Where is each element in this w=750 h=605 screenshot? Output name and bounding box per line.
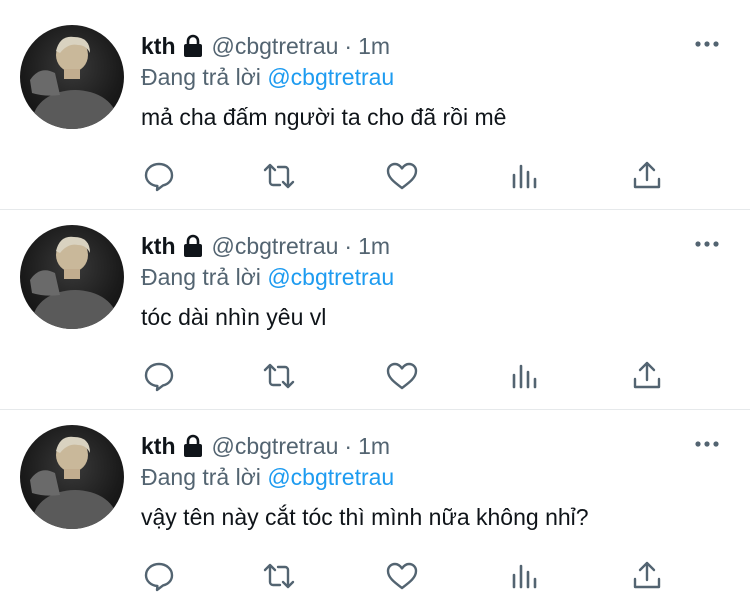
timestamp[interactable]: 1m (358, 233, 390, 260)
reply-prefix: Đang trả lời (141, 264, 261, 290)
user-handle[interactable]: @cbgtretrau (212, 33, 339, 60)
like-icon[interactable] (384, 158, 420, 194)
avatar[interactable] (20, 25, 124, 129)
reply-context: Đang trả lời @cbgtretrau (141, 464, 394, 491)
share-icon[interactable] (629, 358, 665, 394)
views-icon[interactable] (507, 358, 543, 394)
timestamp[interactable]: 1m (358, 33, 390, 60)
retweet-icon[interactable] (261, 558, 297, 594)
tweet-header: kth @cbgtretrau · 1m (141, 230, 390, 262)
reply-prefix: Đang trả lời (141, 64, 261, 90)
tweet[interactable]: kth @cbgtretrau · 1m Đang trả lời @cbgtr… (0, 400, 750, 600)
reply-icon[interactable] (141, 358, 177, 394)
retweet-icon[interactable] (261, 158, 297, 194)
tweet-feed: kth @cbgtretrau · 1m Đang trả lời @cbgtr… (0, 0, 750, 605)
reply-icon[interactable] (141, 558, 177, 594)
separator-dot: · (344, 232, 353, 259)
timestamp[interactable]: 1m (358, 433, 390, 460)
action-bar (141, 558, 681, 594)
separator-dot: · (344, 32, 353, 59)
display-name[interactable]: kth (141, 433, 176, 460)
reply-icon[interactable] (141, 158, 177, 194)
reply-mention-link[interactable]: @cbgtretrau (267, 464, 394, 490)
more-icon[interactable] (694, 34, 720, 54)
lock-icon (182, 34, 204, 58)
tweet-text: mả cha đấm người ta cho đã rồi mê (141, 104, 507, 130)
reply-context: Đang trả lời @cbgtretrau (141, 64, 394, 91)
lock-icon (182, 234, 204, 258)
reply-context: Đang trả lời @cbgtretrau (141, 264, 394, 291)
tweet-text: tóc dài nhìn yêu vl (141, 304, 327, 330)
tweet[interactable]: kth @cbgtretrau · 1m Đang trả lời @cbgtr… (0, 200, 750, 400)
avatar[interactable] (20, 225, 124, 329)
avatar[interactable] (20, 425, 124, 529)
user-handle[interactable]: @cbgtretrau (212, 233, 339, 260)
more-icon[interactable] (694, 434, 720, 454)
lock-icon (182, 434, 204, 458)
action-bar (141, 158, 681, 194)
share-icon[interactable] (629, 158, 665, 194)
share-icon[interactable] (629, 558, 665, 594)
tweet-text: vậy tên này cắt tóc thì mình nữa không n… (141, 504, 589, 530)
reply-mention-link[interactable]: @cbgtretrau (267, 64, 394, 90)
reply-mention-link[interactable]: @cbgtretrau (267, 264, 394, 290)
views-icon[interactable] (507, 158, 543, 194)
more-icon[interactable] (694, 234, 720, 254)
display-name[interactable]: kth (141, 33, 176, 60)
tweet[interactable]: kth @cbgtretrau · 1m Đang trả lời @cbgtr… (0, 0, 750, 200)
tweet-header: kth @cbgtretrau · 1m (141, 430, 390, 462)
separator-dot: · (344, 432, 353, 459)
retweet-icon[interactable] (261, 358, 297, 394)
reply-prefix: Đang trả lời (141, 464, 261, 490)
views-icon[interactable] (507, 558, 543, 594)
like-icon[interactable] (384, 558, 420, 594)
action-bar (141, 358, 681, 394)
display-name[interactable]: kth (141, 233, 176, 260)
like-icon[interactable] (384, 358, 420, 394)
tweet-header: kth @cbgtretrau · 1m (141, 30, 390, 62)
user-handle[interactable]: @cbgtretrau (212, 433, 339, 460)
